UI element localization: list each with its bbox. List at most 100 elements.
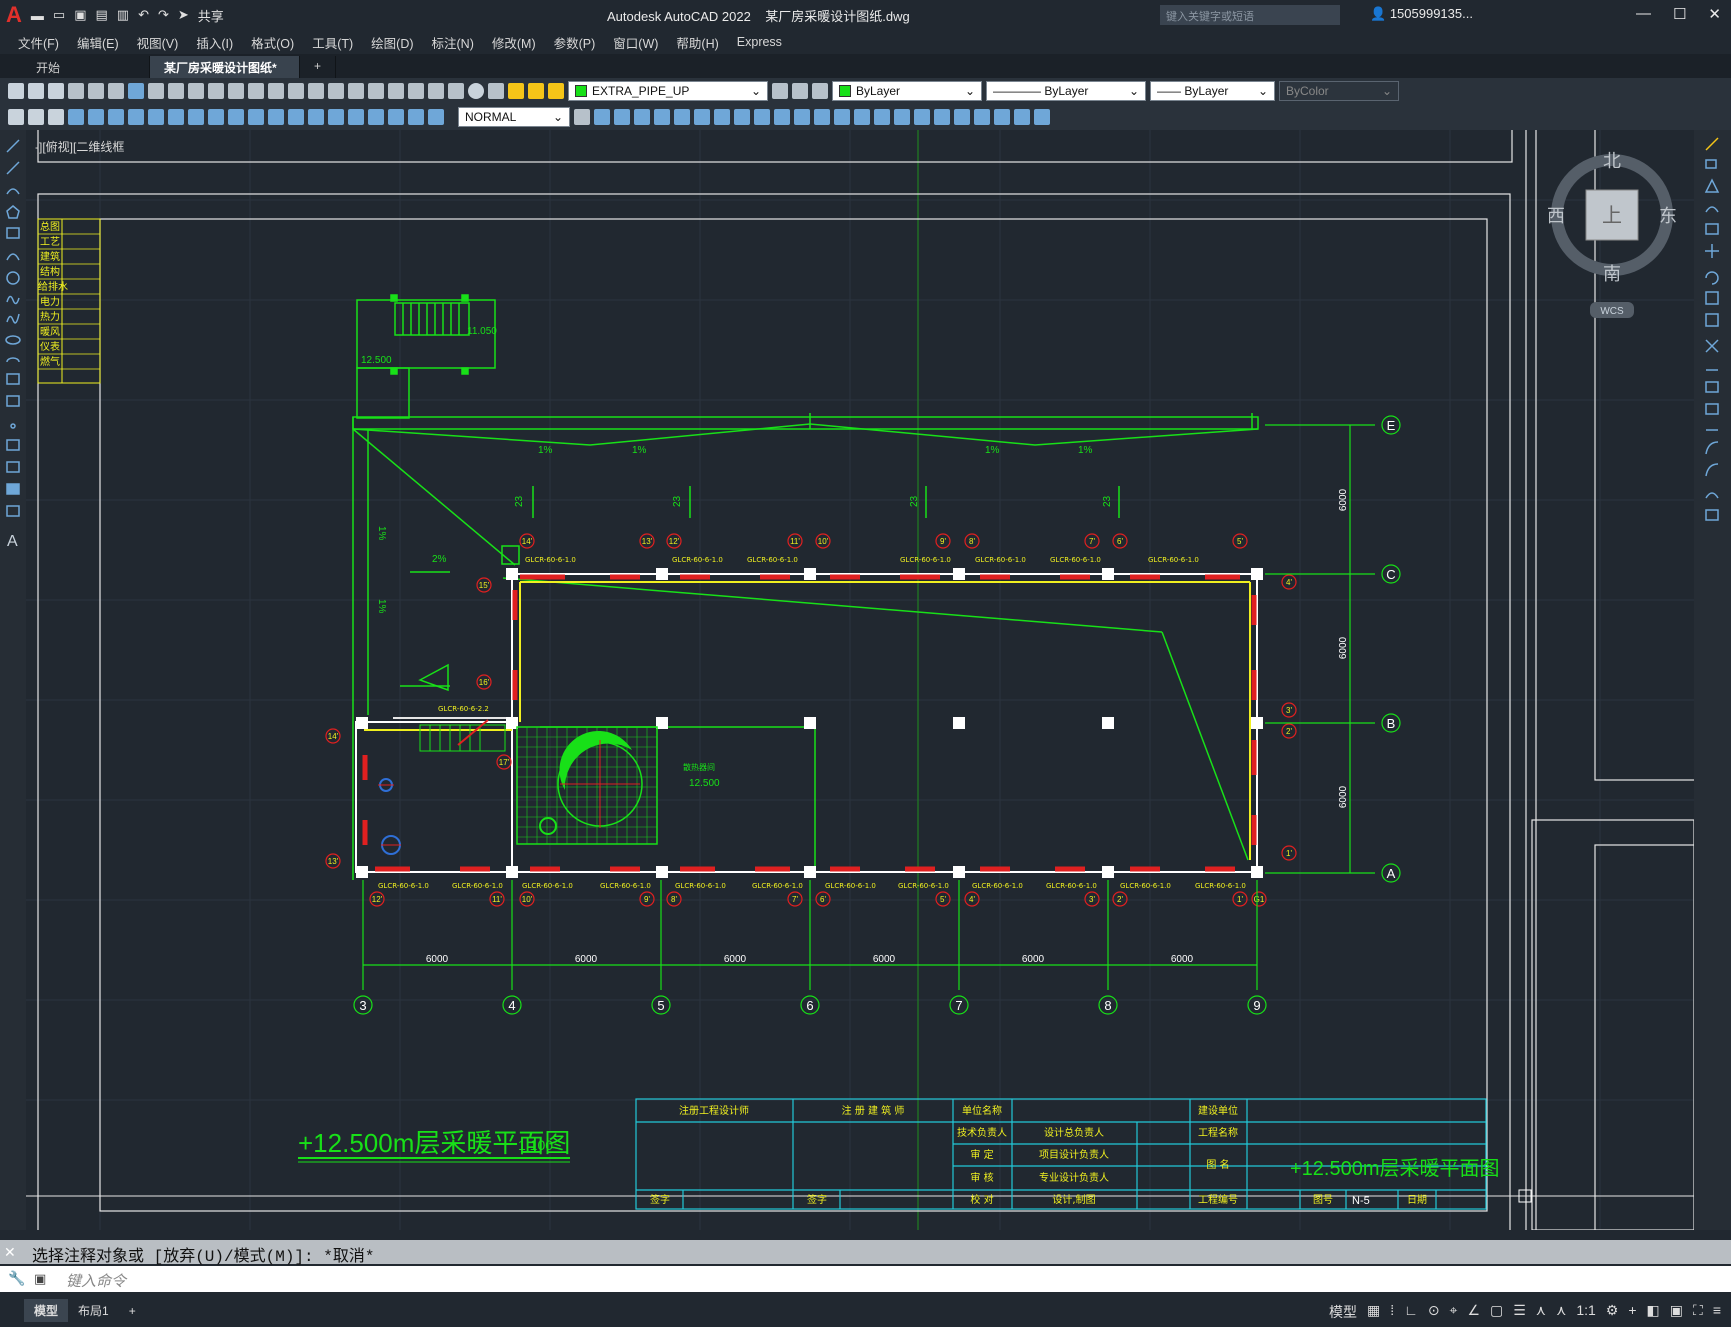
autoscale-icon[interactable]: ⋏ (1556, 1302, 1566, 1322)
tab-layout1[interactable]: 布局1 (68, 1299, 119, 1322)
plot-icon[interactable]: ▥ (114, 7, 132, 23)
match-properties-icon[interactable] (208, 83, 224, 99)
recent-commands-icon[interactable]: ▣ (34, 1271, 46, 1287)
xref-tool-icon[interactable] (994, 109, 1010, 125)
markup-icon[interactable] (428, 83, 444, 99)
trim-icon[interactable] (1705, 339, 1719, 353)
continue-icon[interactable] (268, 109, 284, 125)
join-icon[interactable] (1705, 403, 1719, 415)
stretch-tool-icon[interactable] (734, 109, 750, 125)
viewcube-west[interactable]: 西 (1547, 206, 1565, 226)
offset-tool-icon[interactable] (634, 109, 650, 125)
pan-icon[interactable] (268, 83, 284, 99)
plotstyle-dropdown[interactable]: ByColor ⌄ (1279, 81, 1399, 101)
ellipse-arc-icon[interactable] (6, 357, 20, 363)
properties-icon[interactable] (348, 83, 364, 99)
fillet-tool-icon[interactable] (854, 109, 870, 125)
close-icon[interactable]: ✕ (1708, 5, 1721, 23)
mirror-tool-icon[interactable] (614, 109, 630, 125)
line-icon[interactable] (6, 139, 20, 153)
jogged-linear-icon[interactable] (368, 109, 384, 125)
stretch-icon[interactable] (1705, 313, 1719, 327)
maximize-icon[interactable]: ☐ (1673, 5, 1686, 23)
inspect-icon[interactable] (348, 109, 364, 125)
tool-palette-icon[interactable] (388, 83, 404, 99)
plot-preview-icon[interactable] (88, 83, 104, 99)
zoom-previous-icon[interactable] (328, 83, 344, 99)
dimstyle-manager-icon[interactable] (574, 109, 590, 125)
mtext-icon[interactable]: A (7, 533, 18, 550)
search-input[interactable]: 键入关键字或短语 (1160, 5, 1340, 25)
ortho-icon[interactable]: ∟ (1404, 1302, 1418, 1322)
menu-help[interactable]: 帮助(H) (676, 33, 718, 52)
snap-icon[interactable]: ⁞ (1390, 1302, 1394, 1322)
dimstyle-dropdown[interactable]: NORMAL ⌄ (458, 107, 570, 127)
angular-icon[interactable] (208, 109, 224, 125)
redo-icon[interactable] (248, 83, 264, 99)
layer-lock-icon[interactable] (548, 83, 564, 99)
save-as-icon[interactable]: ▤ (92, 7, 110, 23)
jogged-icon[interactable] (168, 109, 184, 125)
gradient-icon[interactable] (6, 461, 20, 473)
annotation-scale[interactable]: 1:1 (1576, 1302, 1595, 1322)
menu-parametric[interactable]: 参数(P) (554, 33, 596, 52)
group-tool-icon[interactable] (914, 109, 930, 125)
menu-dimension[interactable]: 标注(N) (432, 33, 474, 52)
command-input[interactable]: 键入命令 (0, 1266, 1731, 1292)
tolerance-icon[interactable] (308, 109, 324, 125)
layer-previous-icon[interactable] (792, 83, 808, 99)
print-icon[interactable] (68, 83, 84, 99)
rotate-icon[interactable] (1705, 271, 1719, 285)
undo-icon[interactable] (228, 83, 244, 99)
viewcube-south[interactable]: 南 (1603, 264, 1621, 284)
insert-block-icon[interactable] (6, 373, 20, 385)
osnap-icon[interactable]: ⌖ (1450, 1302, 1458, 1322)
polyline-icon[interactable] (6, 188, 20, 195)
grid-icon[interactable]: ▦ (1367, 1302, 1380, 1322)
dim-edit-icon[interactable] (388, 109, 404, 125)
publish-icon[interactable] (108, 83, 124, 99)
save-icon[interactable]: ▣ (71, 7, 89, 23)
move-icon[interactable] (1705, 244, 1719, 258)
hatch-icon[interactable] (6, 439, 20, 451)
draw-tools-icons[interactable]: A (0, 130, 26, 590)
new-icon[interactable]: ▬ (28, 8, 47, 23)
menu-format[interactable]: 格式(O) (251, 33, 294, 52)
block-icon[interactable] (28, 109, 44, 125)
autocad-logo-icon[interactable]: A (6, 2, 22, 28)
cut-icon[interactable] (148, 83, 164, 99)
drawing-canvas[interactable]: 总图 工艺 建筑 结构 给排水 电力 热力 暖风 仪表 燃气 11.050 12… (26, 130, 1694, 1230)
share-label[interactable]: 共享 (195, 6, 227, 25)
tab-model[interactable]: 模型 (24, 1299, 69, 1322)
menu-express[interactable]: Express (737, 35, 782, 49)
redo-icon[interactable]: ↷ (155, 7, 172, 23)
quick-dimension-icon[interactable] (228, 109, 244, 125)
menu-modify[interactable]: 修改(M) (492, 33, 536, 52)
space-icon[interactable] (288, 109, 304, 125)
plus-icon[interactable]: + (1628, 1302, 1636, 1322)
arc-icon[interactable] (6, 253, 20, 261)
add-layout-button[interactable]: + (119, 1301, 146, 1321)
copy-icon[interactable] (1705, 159, 1717, 169)
attribute-icon[interactable] (48, 109, 64, 125)
viewcube-north[interactable]: 北 (1603, 151, 1621, 171)
layer-on-icon[interactable] (508, 83, 524, 99)
point-icon[interactable] (10, 423, 16, 429)
trim-tool-icon[interactable] (754, 109, 770, 125)
zoom-window-icon[interactable] (308, 83, 324, 99)
share-icon[interactable]: ➤ (175, 7, 192, 23)
linear-dimension-icon[interactable] (68, 109, 84, 125)
fillet-icon[interactable] (1705, 441, 1719, 455)
lineweight-icon[interactable]: ☰ (1513, 1302, 1526, 1322)
mirror-icon[interactable] (1704, 178, 1720, 193)
blend-icon[interactable] (1705, 463, 1719, 477)
menu-insert[interactable]: 插入(I) (196, 33, 233, 52)
construction-line-icon[interactable] (6, 161, 20, 175)
zoom-realtime-icon[interactable] (288, 83, 304, 99)
polygon-icon[interactable] (6, 205, 20, 219)
make-current-icon[interactable] (772, 83, 788, 99)
layer-dropdown[interactable]: EXTRA_PIPE_UP ⌄ (568, 81, 768, 101)
viewcube-top[interactable]: 上 (1602, 204, 1622, 227)
join-tool-icon[interactable] (814, 109, 830, 125)
break-tool-icon[interactable] (794, 109, 810, 125)
